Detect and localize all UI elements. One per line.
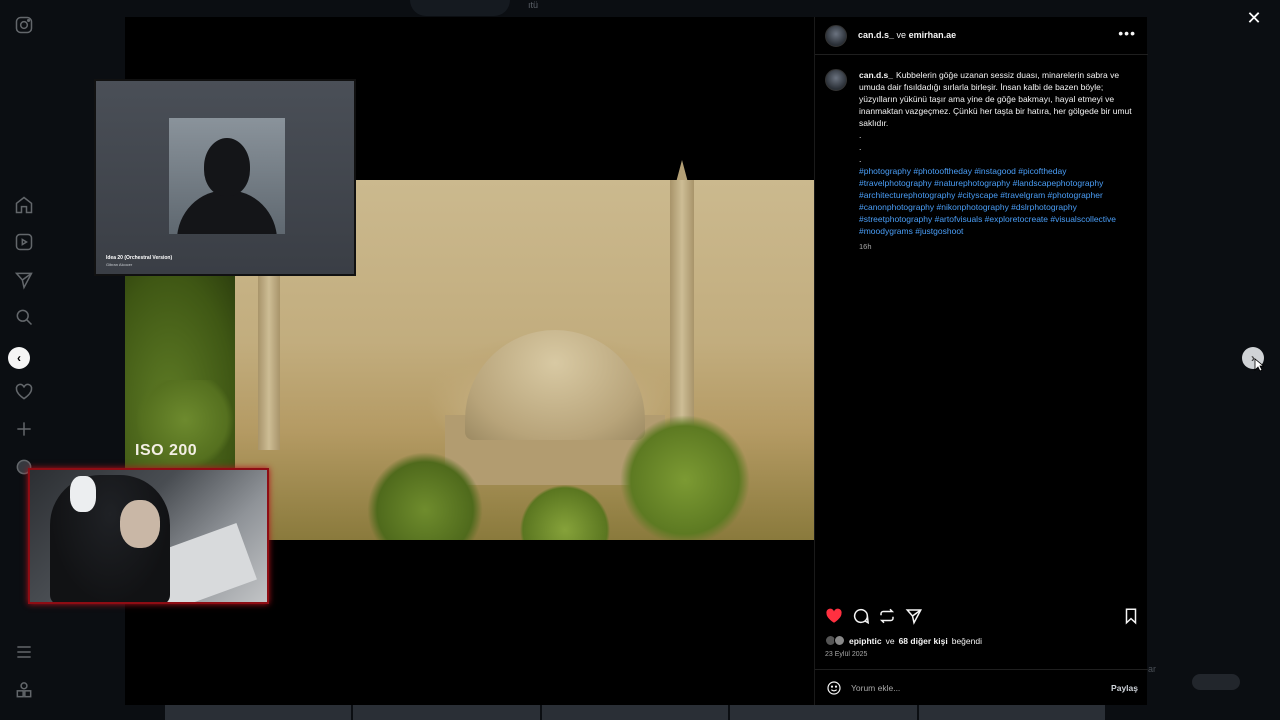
album-cover [169, 118, 285, 234]
post-side-panel: can.d.s_ ve emirhan.ae ••• can.d.s_ Kubbe… [814, 17, 1148, 705]
likes-joiner: ve [885, 635, 895, 646]
menu-icon[interactable] [14, 642, 34, 662]
more-options-icon[interactable]: ••• [1118, 25, 1136, 41]
background-avatars [1192, 674, 1240, 690]
background-tile [730, 705, 917, 720]
background-tile [353, 705, 540, 720]
bookmark-icon[interactable] [1122, 607, 1140, 625]
post-header: can.d.s_ ve emirhan.ae ••• [815, 17, 1148, 55]
background-thumbnail [410, 0, 510, 16]
plus-icon[interactable] [14, 419, 34, 439]
liker-avatar [834, 635, 845, 646]
reels-icon[interactable] [14, 232, 34, 252]
track-title: Idea 20 (Orchestral Version) [106, 255, 173, 261]
author-username[interactable]: can.d.s_ [858, 30, 894, 40]
caption-dot: . [859, 130, 862, 140]
post-actions [825, 607, 1140, 627]
repost-icon[interactable] [878, 607, 896, 625]
webcam-face [120, 500, 160, 548]
author-avatar[interactable] [825, 25, 847, 47]
background-text: ıtü [528, 0, 539, 10]
likes-summary[interactable]: epiphtic ve 68 diğer kişi beğendi [825, 635, 982, 646]
music-player-overlay[interactable]: Idea 20 (Orchestral Version) Gibran Alco… [94, 79, 356, 276]
emoji-icon[interactable] [826, 680, 842, 696]
cover-silhouette-body [177, 190, 277, 234]
likes-count[interactable]: 68 diğer kişi [899, 636, 948, 646]
comment-icon[interactable] [852, 607, 870, 625]
close-icon[interactable]: ✕ [1245, 9, 1263, 27]
caption-avatar[interactable] [825, 69, 847, 91]
caption-hashtags[interactable]: #photography #photooftheday #instagood #… [859, 166, 1116, 236]
likes-suffix: beğendi [951, 635, 982, 646]
instagram-icon[interactable] [14, 15, 34, 35]
comment-input[interactable]: Yorum ekle... [851, 683, 900, 693]
post-authors: can.d.s_ ve emirhan.ae [858, 30, 956, 40]
background-grid-strip [165, 705, 1106, 720]
background-tile [541, 705, 729, 720]
send-icon[interactable] [14, 270, 34, 290]
background-text: ar [1148, 664, 1157, 674]
search-icon[interactable] [14, 307, 34, 327]
photo-overlay-text: ISO 200 [135, 442, 198, 459]
coauthor-username[interactable]: emirhan.ae [909, 30, 957, 40]
caption-text: Kubbelerin göğe uzanan sessiz duası, min… [859, 70, 1132, 128]
apps-icon[interactable] [14, 680, 34, 700]
mouse-cursor-icon [1254, 358, 1264, 372]
cover-silhouette-head [204, 138, 250, 196]
instagram-post-viewer: ıtü ISO 200 Idea 20 (Orchestral Version)… [0, 0, 1280, 720]
track-artist: Gibran Alcocer [106, 262, 133, 267]
caption-dot: . [859, 154, 862, 164]
heart-icon[interactable] [14, 382, 34, 402]
share-icon[interactable] [905, 607, 923, 625]
home-icon[interactable] [14, 195, 34, 215]
post-date: 23 Eylül 2025 [825, 651, 868, 658]
comment-composer: Yorum ekle... Paylaş [815, 669, 1148, 705]
webcam-overlay [28, 468, 269, 604]
caption-username[interactable]: can.d.s_ [859, 70, 893, 80]
author-joiner: ve [896, 30, 907, 40]
heart-icon[interactable] [825, 607, 843, 625]
post-comment-button[interactable]: Paylaş [1111, 683, 1138, 693]
background-tile [165, 705, 352, 720]
post-time-ago: 16h [859, 242, 872, 251]
previous-post-button[interactable]: ‹ [8, 347, 30, 369]
webcam-headphones [70, 476, 96, 512]
background-tile [918, 705, 1106, 720]
caption-body: can.d.s_ Kubbelerin göğe uzanan sessiz du… [859, 69, 1134, 253]
likes-user[interactable]: epiphtic [849, 636, 882, 646]
caption-dot: . [859, 142, 862, 152]
